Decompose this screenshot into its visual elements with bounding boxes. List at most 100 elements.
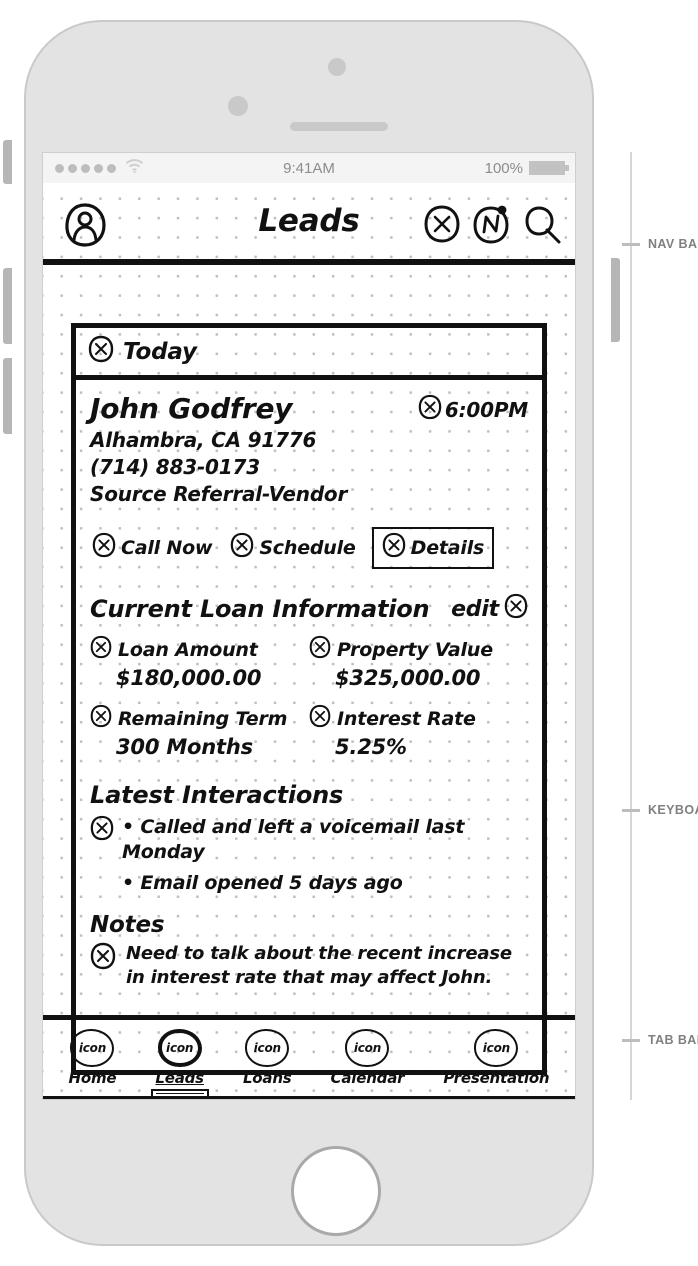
loan-section-title: Current Loan Information [90, 595, 430, 623]
front-camera-icon [328, 58, 346, 76]
tab-item-home[interactable]: icon Home [69, 1029, 117, 1087]
loan-field-interest-rate[interactable]: Interest Rate 5.25% [309, 704, 528, 759]
annotation-label: KEYBOARD [646, 800, 698, 820]
silent-switch-button[interactable] [3, 140, 12, 184]
loan-field-head: Interest Rate [309, 704, 528, 734]
annotation-label: TAB BAR [646, 1030, 698, 1050]
details-button[interactable]: Details [371, 527, 495, 569]
annotation-tick-icon [622, 808, 640, 812]
loans-icon: icon [245, 1029, 290, 1067]
status-bar-right: 100% [484, 159, 569, 177]
screenshot-root: 9:41AM 100% Leads Today 6:00PM John Godf… [0, 0, 698, 1266]
circled-x-icon [90, 635, 112, 665]
today-header-row[interactable]: Today [76, 328, 542, 380]
loan-field-value: 5.25% [335, 735, 407, 759]
volume-up-button[interactable] [3, 268, 12, 344]
circled-x-icon [504, 593, 528, 625]
circled-x-icon [418, 394, 442, 425]
call-now-label: Call Now [121, 537, 213, 559]
tab-bar: icon Home icon Leads icon Loans icon Cal… [43, 1015, 575, 1099]
tab-label: Home [68, 1069, 117, 1087]
schedule-button[interactable]: Schedule [228, 530, 357, 566]
lead-address: Alhambra, CA 91776 [90, 428, 317, 452]
loan-field-value: 300 Months [116, 735, 253, 759]
interactions-title: Latest Interactions [90, 781, 344, 809]
annotation-guide-line [630, 152, 632, 1100]
loan-field-label: Property Value [337, 639, 493, 661]
circled-x-icon [309, 704, 331, 734]
phone-screen: 9:41AM 100% Leads Today 6:00PM John Godf… [42, 152, 576, 1100]
battery-icon [529, 161, 569, 175]
loan-field-property-value[interactable]: Property Value $325,000.00 [309, 635, 528, 690]
circled-x-add-icon[interactable] [423, 204, 461, 244]
annotation-tab-bar: TAB BAR [612, 1030, 698, 1050]
note-item[interactable]: Need to talk about the recent increase i… [90, 942, 528, 990]
notes-title: Notes [90, 912, 165, 938]
tab-label: Calendar [330, 1069, 405, 1087]
lead-phone[interactable]: (714) 883-0173 [90, 454, 528, 480]
circled-x-icon [88, 335, 114, 368]
interactions-section: Latest Interactions • Called and left a … [90, 781, 528, 896]
details-label: Details [410, 537, 485, 559]
loan-section-header: Current Loan Information edit [90, 593, 528, 625]
annotation-rail: NAV BAR KEYBOARD TAB BAR [612, 152, 698, 1100]
calendar-icon: icon [345, 1029, 390, 1067]
appointment-time: 6:00PM [444, 397, 528, 422]
interaction-text: • Email opened 5 days ago [122, 872, 403, 894]
tab-item-calendar[interactable]: icon Calendar [331, 1029, 405, 1087]
proximity-sensor-icon [228, 96, 248, 116]
loan-field-label: Interest Rate [337, 708, 476, 730]
battery-percent-label: 100% [484, 159, 523, 177]
lead-source: Source Referral-Vendor [90, 482, 348, 506]
home-icon: icon [70, 1029, 115, 1067]
lead-action-row: Call Now Schedule Details [90, 527, 528, 569]
circled-x-icon [230, 532, 254, 564]
tab-label: Presentation [443, 1069, 550, 1087]
annotation-nav-bar: NAV BAR [612, 234, 698, 254]
lead-detail-card: Today 6:00PM John Godfrey Alhambra, CA 9… [71, 323, 547, 1075]
presentation-icon: icon [474, 1029, 519, 1067]
appointment-time-group[interactable]: 6:00PM [418, 394, 528, 425]
annotation-tick-icon [622, 1038, 640, 1042]
magnifier-search-icon[interactable] [521, 203, 561, 245]
loan-fields-grid: Loan Amount $180,000.00 Property Value $… [90, 635, 528, 759]
circled-x-icon [90, 704, 112, 734]
home-button[interactable] [291, 1146, 381, 1236]
interaction-item[interactable]: • Called and left a voicemail last Monda… [90, 815, 528, 865]
loan-field-value: $325,000.00 [335, 666, 481, 690]
circled-x-icon [92, 532, 116, 564]
schedule-label: Schedule [259, 537, 356, 559]
loan-field-label: Loan Amount [118, 639, 258, 661]
tab-label: Loans [242, 1069, 292, 1087]
interaction-text: • Called and left a voicemail last Monda… [122, 816, 465, 863]
earpiece-speaker [290, 122, 388, 131]
leads-icon: icon [157, 1029, 202, 1067]
active-tab-indicator [150, 1089, 209, 1098]
circled-x-icon [382, 532, 406, 564]
circled-x-icon [309, 635, 331, 665]
loan-field-head: Property Value [309, 635, 528, 665]
nav-actions [423, 203, 561, 245]
tab-item-loans[interactable]: icon Loans [243, 1029, 292, 1087]
lead-card-body: 6:00PM John Godfrey Alhambra, CA 91776 (… [76, 380, 542, 990]
edit-label: edit [451, 596, 499, 622]
loan-field-value: $180,000.00 [116, 666, 262, 690]
wireframe-canvas: Leads Today 6:00PM John Godfrey Alhambra… [43, 183, 575, 1099]
tab-item-presentation[interactable]: icon Presentation [443, 1029, 550, 1087]
call-now-button[interactable]: Call Now [90, 530, 214, 566]
today-label: Today [123, 338, 197, 365]
loan-field-loan-amount[interactable]: Loan Amount $180,000.00 [90, 635, 309, 690]
loan-field-head: Remaining Term [90, 704, 309, 734]
tab-item-leads[interactable]: icon Leads [150, 1029, 209, 1098]
edit-loan-button[interactable]: edit [451, 593, 528, 625]
note-text: Need to talk about the recent increase i… [126, 943, 512, 988]
volume-down-button[interactable] [3, 358, 12, 434]
circled-n-notification-icon[interactable] [471, 203, 511, 245]
annotation-label: NAV BAR [646, 234, 698, 254]
loan-field-head: Loan Amount [90, 635, 309, 665]
loan-field-remaining-term[interactable]: Remaining Term 300 Months [90, 704, 309, 759]
circled-x-icon [90, 815, 114, 865]
interaction-item[interactable]: • Email opened 5 days ago [122, 871, 528, 896]
notes-section: Notes Need to talk about the recent incr… [90, 912, 528, 990]
nav-bar: Leads [43, 183, 575, 265]
